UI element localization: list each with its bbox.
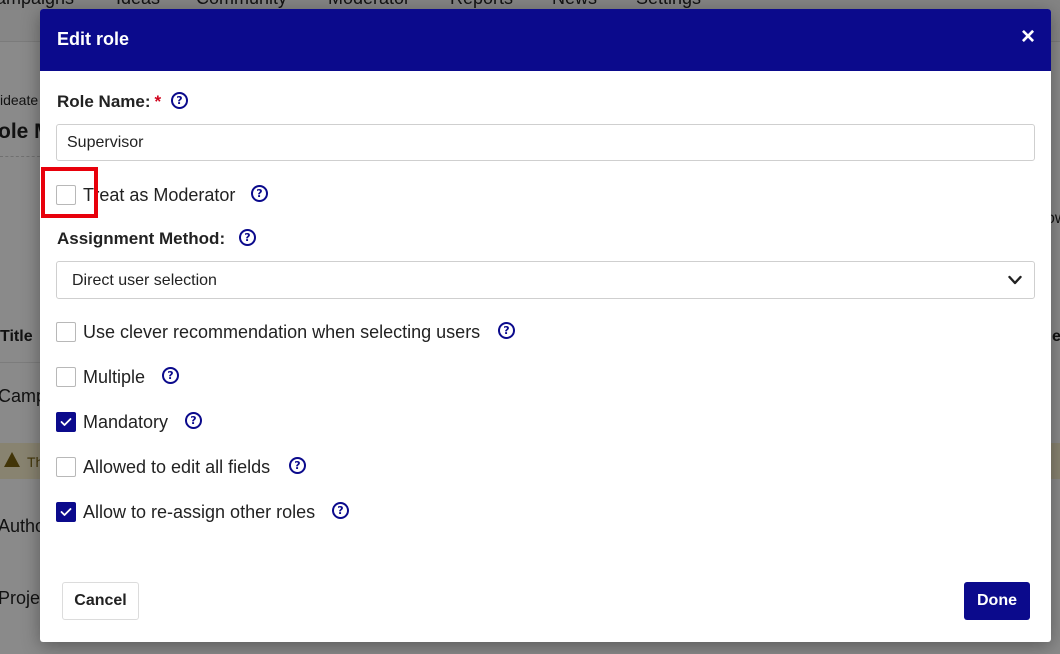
clever-recommendation-label: Use clever recommendation when selecting… (83, 322, 481, 342)
edit-role-dialog: Edit role × Role Name:* ? Treat as Moder… (40, 9, 1051, 642)
clever-recommendation-help-icon[interactable]: ? (498, 322, 515, 339)
role-name-label: Role Name: * (57, 92, 161, 112)
edit-all-fields-label: Allowed to edit all fields (83, 457, 271, 477)
assignment-method-help-icon[interactable]: ? (239, 229, 256, 246)
role-name-input[interactable] (56, 124, 1035, 161)
mandatory-checkbox[interactable] (56, 412, 76, 432)
done-button[interactable]: Done (964, 582, 1030, 620)
assignment-method-value: Direct user selection (72, 272, 217, 289)
treat-as-moderator-help-icon[interactable]: ? (251, 185, 268, 202)
dialog-header: Edit role × (40, 9, 1051, 71)
cancel-button[interactable]: Cancel (62, 582, 139, 620)
treat-as-moderator-checkbox[interactable] (56, 185, 76, 205)
close-icon[interactable]: × (1017, 25, 1039, 49)
treat-as-moderator-label: Treat as Moderator (83, 185, 236, 205)
role-name-label-text: Role Name: (57, 92, 151, 111)
role-name-help-icon[interactable]: ? (171, 92, 188, 109)
multiple-help-icon[interactable]: ? (162, 367, 179, 384)
assignment-method-label: Assignment Method: (57, 229, 226, 248)
dialog-title: Edit role (57, 29, 130, 49)
mandatory-help-icon[interactable]: ? (185, 412, 202, 429)
edit-all-fields-help-icon[interactable]: ? (289, 457, 306, 474)
reassign-roles-help-icon[interactable]: ? (332, 502, 349, 519)
reassign-roles-label: Allow to re-assign other roles (83, 502, 316, 522)
edit-all-fields-checkbox[interactable] (56, 457, 76, 477)
reassign-roles-checkbox[interactable] (56, 502, 76, 522)
required-asterisk: * (154, 92, 162, 111)
multiple-checkbox[interactable] (56, 367, 76, 387)
multiple-label: Multiple (83, 367, 146, 387)
mandatory-label: Mandatory (83, 412, 169, 432)
checkmark-icon (60, 418, 72, 426)
assignment-method-select[interactable]: Direct user selection (56, 261, 1035, 299)
checkmark-icon (60, 508, 72, 516)
chevron-down-icon (1008, 275, 1022, 285)
clever-recommendation-checkbox[interactable] (56, 322, 76, 342)
